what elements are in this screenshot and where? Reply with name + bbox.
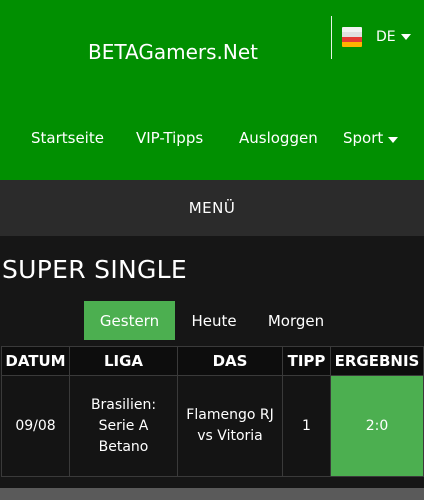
main-nav: Startseite VIP-Tipps Ausloggen Sport (0, 129, 424, 151)
language-divider (331, 16, 332, 59)
cell-date: 09/08 (1, 375, 70, 477)
column-header-liga: LIGA (69, 346, 178, 376)
column-header-tipp: TIPP (282, 346, 331, 376)
cell-match: Flamengo RJ vs Vitoria (177, 375, 283, 477)
cell-result: 2:0 (330, 375, 424, 477)
tab-gestern[interactable]: Gestern (84, 301, 175, 340)
site-header: BETAGamers.Net DE Startseite VIP-Tipps A… (0, 0, 424, 180)
nav-startseite[interactable]: Startseite (31, 129, 104, 147)
language-code: DE (376, 29, 396, 45)
nav-sport-label: Sport (343, 129, 384, 147)
nav-vip-tipps[interactable]: VIP-Tipps (136, 129, 203, 147)
match-away: vs Vitoria (197, 428, 263, 444)
page-title: SUPER SINGLE (2, 255, 187, 284)
tab-heute[interactable]: Heute (178, 301, 250, 340)
site-logo[interactable]: BETAGamers.Net (88, 40, 288, 64)
league-sponsor: Betano (98, 438, 149, 455)
cell-tip: 1 (282, 375, 331, 477)
match-home: Flamengo RJ (186, 407, 274, 423)
table-row: 09/08 Brasilien: Serie A Betano Flamengo… (1, 375, 424, 477)
column-header-datum: DATUM (1, 346, 70, 376)
league-name: Serie A (98, 417, 149, 434)
chevron-down-icon (400, 34, 411, 40)
column-header-ergebnis: ERGEBNIS (330, 346, 424, 376)
table-header-row: DATUM LIGA DAS TIPP ERGEBNIS (1, 346, 424, 376)
cell-league: Brasilien: Serie A Betano (69, 375, 178, 477)
nav-sport[interactable]: Sport (343, 129, 399, 147)
language-selector[interactable]: DE (342, 27, 411, 47)
flag-icon (342, 27, 362, 47)
tips-table: DATUM LIGA DAS TIPP ERGEBNIS 09/08 Brasi… (1, 346, 424, 477)
league-country: Brasilien: (90, 396, 157, 413)
footer-strip (0, 488, 424, 500)
nav-ausloggen[interactable]: Ausloggen (239, 129, 318, 147)
menu-toggle[interactable]: MENÜ (0, 180, 424, 236)
chevron-down-icon (388, 137, 399, 143)
tab-morgen[interactable]: Morgen (255, 301, 337, 340)
column-header-das: DAS (177, 346, 283, 376)
